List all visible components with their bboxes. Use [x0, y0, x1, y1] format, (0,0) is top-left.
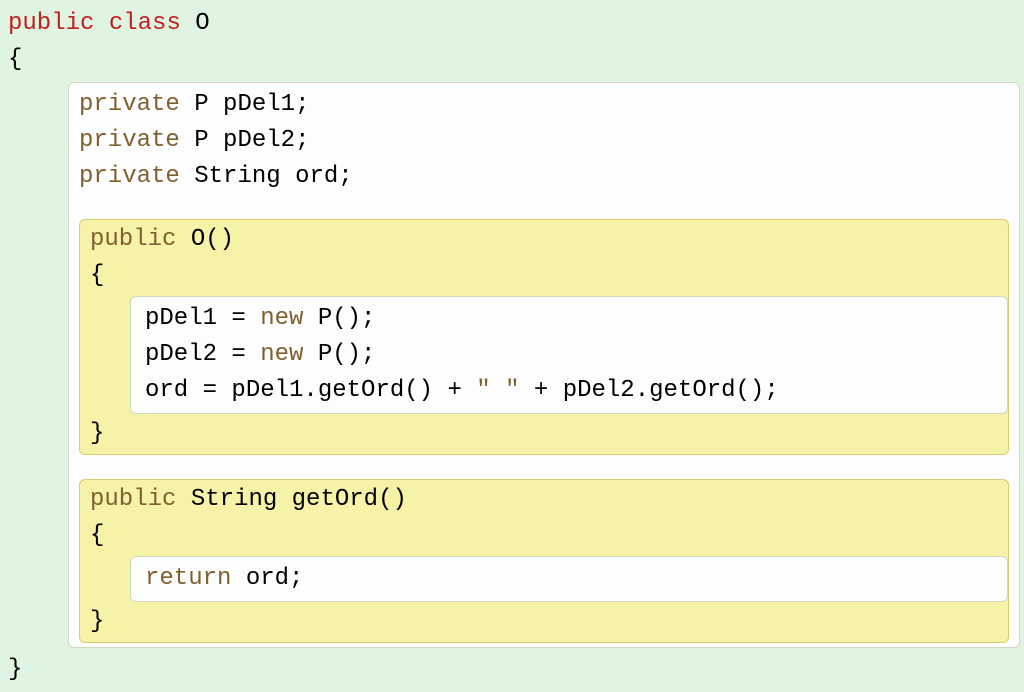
keyword-private: private [79, 127, 180, 154]
brace-close: } [80, 416, 1008, 452]
class-body: private P pDel1; private P pDel2; privat… [68, 82, 1020, 648]
keyword-public: public [8, 10, 94, 37]
brace-open: { [80, 518, 1008, 554]
brace-close: } [8, 652, 1020, 688]
brace-close: } [80, 604, 1008, 640]
constructor-block: public O() { pDel1 = new P(); pDel2 = ne… [79, 219, 1009, 455]
class-declaration-line: public class O [8, 6, 1020, 42]
parens: () [378, 486, 407, 513]
field-declaration-2: private P pDel2; [79, 123, 1009, 159]
return-statement: return ord; [145, 561, 997, 597]
ctor-line-1: pDel1 = new P(); [145, 301, 997, 337]
field-declaration-3: private String ord; [79, 159, 1009, 195]
field-name: pDel1 [223, 91, 295, 118]
class-name: O [195, 10, 209, 37]
keyword-private: private [79, 163, 180, 190]
parens: () [205, 226, 234, 253]
field-type: String [194, 163, 280, 190]
method-body: return ord; [130, 556, 1008, 602]
method-name: getOrd [292, 486, 378, 513]
brace-open: { [80, 258, 1008, 294]
brace-open: { [8, 42, 1020, 78]
field-type: P [194, 91, 208, 118]
string-literal: " " [476, 377, 519, 404]
field-type: P [194, 127, 208, 154]
field-name: pDel2 [223, 127, 295, 154]
method-signature: public String getOrd() [80, 482, 1008, 518]
ctor-line-3: ord = pDel1.getOrd() + " " + pDel2.getOr… [145, 373, 997, 409]
constructor-signature: public O() [80, 222, 1008, 258]
ctor-line-2: pDel2 = new P(); [145, 337, 997, 373]
code-editor: public class O { private P pDel1; privat… [0, 0, 1024, 692]
constructor-name: O [191, 226, 205, 253]
field-name: ord [295, 163, 338, 190]
keyword-class: class [109, 10, 181, 37]
keyword-private: private [79, 91, 180, 118]
field-declaration-1: private P pDel1; [79, 87, 1009, 123]
method-block: public String getOrd() { return ord; } [79, 479, 1009, 643]
keyword-return: return [145, 565, 231, 592]
keyword-new: new [260, 341, 303, 368]
keyword-public: public [90, 226, 176, 253]
return-type: String [191, 486, 277, 513]
constructor-body: pDel1 = new P(); pDel2 = new P(); ord = … [130, 296, 1008, 414]
keyword-new: new [260, 305, 303, 332]
keyword-public: public [90, 486, 176, 513]
